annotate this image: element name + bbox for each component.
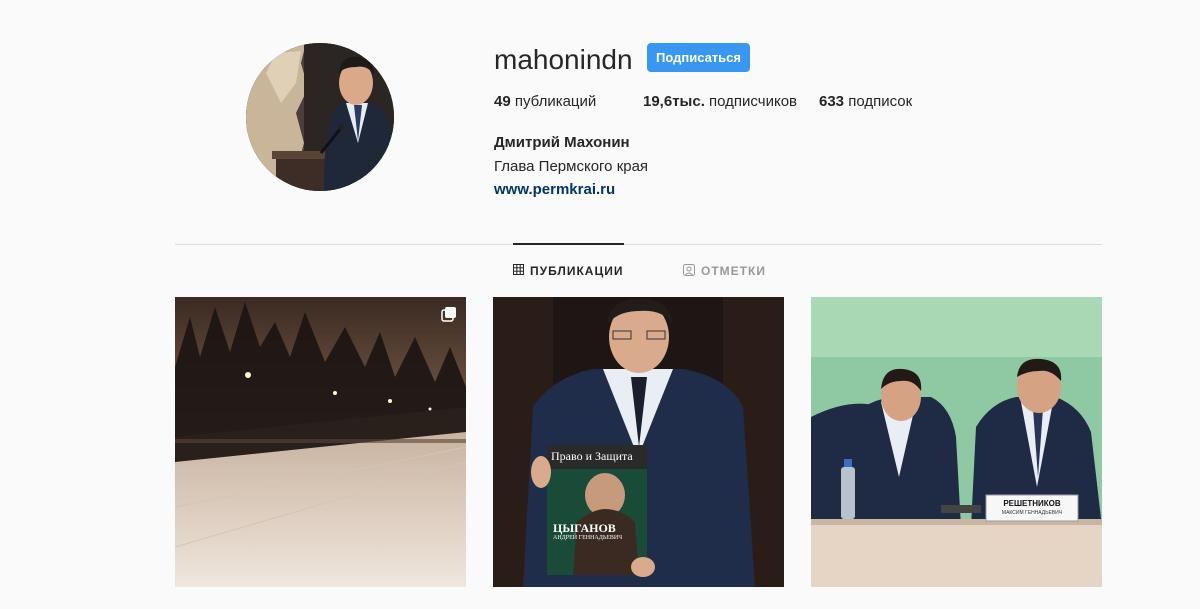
magazine-subname: АНДРЕЙ ГЕННАДЬЕВИЧ [553,535,623,541]
following-label: подписок [848,93,913,110]
username: mahonindn [494,44,633,75]
nameplate-sub: МАКСИМ ГЕННАДЬЕВИЧ [1001,510,1063,516]
post-thumbnail[interactable] [175,297,466,587]
post-thumbnail[interactable]: Право и Защита ЦЫГАНОВ АНДРЕЙ ГЕННАДЬЕВИ… [493,297,784,587]
bio-text: Глава Пермского края [494,158,649,175]
tagged-icon [683,263,695,279]
website-link[interactable]: www.permkrai.ru [494,180,615,200]
posts-count: 49 [494,93,511,110]
magazine-title: Право и Защита [551,449,633,463]
tab-posts[interactable]: ПУБЛИКАЦИИ [513,262,623,280]
follow-button[interactable]: Подписаться [647,43,750,72]
followers-count: 19,6тыс. [643,93,705,110]
followers-stat[interactable]: 19,6тыс. подписчиков [643,92,797,112]
grid-icon [513,264,524,278]
followers-label: подписчиков [709,93,798,110]
tab-posts-label: ПУБЛИКАЦИИ [530,264,624,278]
following-count: 633 [819,93,845,110]
following-stat[interactable]: 633 подписок [819,92,912,112]
tab-tagged[interactable]: ОТМЕТКИ [683,262,766,280]
tab-tagged-label: ОТМЕТКИ [701,264,766,278]
nameplate-name: РЕШЕТНИКОВ [1003,499,1061,508]
posts-label: публикаций [514,93,597,110]
profile-avatar[interactable] [246,43,394,191]
magazine-name: ЦЫГАНОВ [553,521,616,535]
full-name: Дмитрий Махонин [494,134,630,151]
posts-stat: 49 публикаций [494,92,596,112]
multiple-photos-icon [441,306,457,322]
post-thumbnail[interactable]: РЕШЕТНИКОВ МАКСИМ ГЕННАДЬЕВИЧ [811,297,1102,587]
active-tab-indicator [513,243,624,245]
tabs-divider [175,244,1102,245]
